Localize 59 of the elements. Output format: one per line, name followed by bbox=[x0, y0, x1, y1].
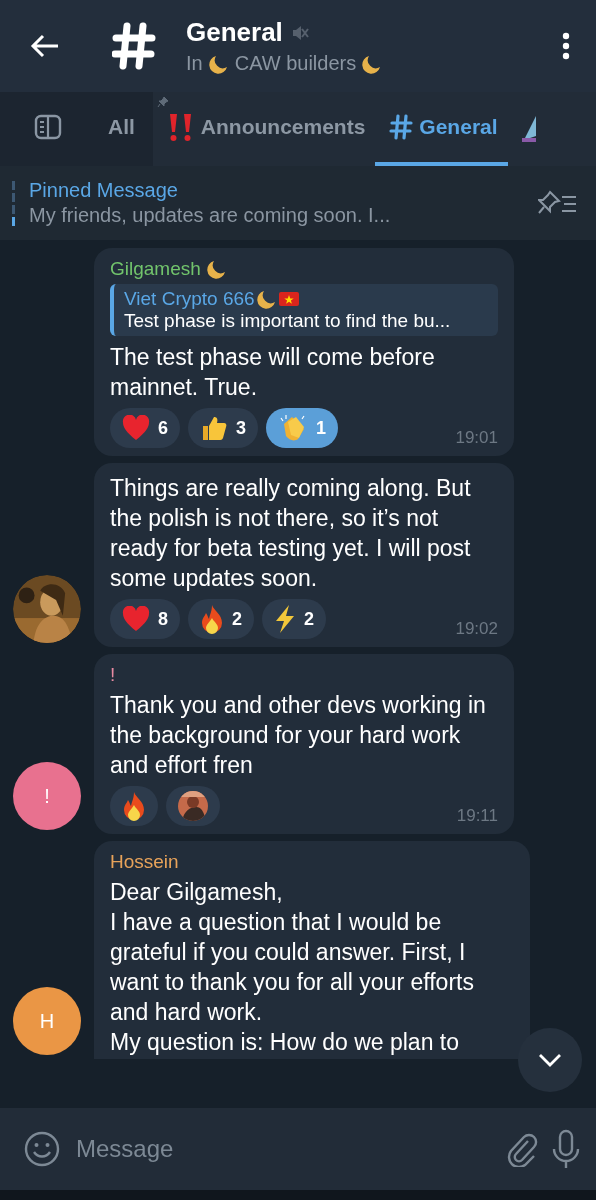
topic-tab[interactable] bbox=[507, 92, 596, 166]
message-time: 19:01 bbox=[455, 428, 498, 448]
reaction-chip[interactable]: 2 bbox=[188, 599, 255, 639]
reaction-chip[interactable]: 6 bbox=[110, 408, 180, 448]
reaction-count: 8 bbox=[158, 608, 168, 630]
subtitle-prefix: In bbox=[186, 52, 203, 75]
heart-icon bbox=[122, 415, 150, 441]
thumbs-up-icon bbox=[200, 414, 228, 442]
moon-icon bbox=[362, 53, 383, 74]
sender-name[interactable]: Gilgamesh bbox=[110, 258, 201, 280]
back-icon[interactable] bbox=[30, 34, 60, 58]
folder-tab[interactable]: All bbox=[96, 92, 153, 166]
message-text: Thank you and other devs working in the background for your hard work and effort fren bbox=[110, 691, 487, 780]
topic-tab[interactable]: General bbox=[375, 92, 508, 166]
moon-icon bbox=[208, 53, 229, 74]
reaction-chip[interactable]: 2 bbox=[262, 599, 327, 639]
reaction-chip[interactable]: 3 bbox=[188, 408, 259, 448]
moon-icon bbox=[206, 259, 227, 279]
pin-icon bbox=[156, 96, 169, 108]
pinned-title: Pinned Message bbox=[29, 179, 179, 202]
reply-quote[interactable]: Viet Crypto 666 Test phase is important to find the bu... bbox=[110, 284, 498, 336]
message-time: 19:11 bbox=[456, 806, 498, 826]
reaction-count: 3 bbox=[236, 417, 247, 439]
fire-icon bbox=[200, 604, 224, 634]
topic-tab[interactable]: Announcements bbox=[152, 92, 376, 166]
chat-title: General bbox=[186, 17, 283, 48]
hash-icon bbox=[112, 22, 156, 70]
pinned-message-bar[interactable]: Pinned Message My friends, updates are coming soon. I... bbox=[0, 166, 596, 240]
message-time: 19:02 bbox=[455, 619, 498, 639]
reaction-count: 2 bbox=[304, 608, 315, 630]
reply-author: Viet Crypto 666 bbox=[124, 288, 255, 310]
fire-icon bbox=[122, 791, 146, 821]
sender-name[interactable]: ! bbox=[110, 664, 116, 686]
reaction-count: 1 bbox=[316, 417, 327, 439]
moon-icon bbox=[256, 289, 277, 309]
sidebar-icon bbox=[34, 114, 62, 140]
sender-name[interactable]: Hossein bbox=[110, 851, 179, 873]
group-name[interactable]: CAW builders bbox=[234, 52, 357, 75]
avatar[interactable]: ! bbox=[13, 762, 81, 830]
reaction-chip[interactable] bbox=[110, 786, 158, 826]
message-text: Things are really coming along. But the polish is not there, so it’s not ready for beta testing yet. I will post some updates soon. bbox=[110, 474, 472, 593]
reaction-count: 6 bbox=[158, 417, 168, 439]
reaction-chip[interactable]: 8 bbox=[110, 599, 180, 639]
reaction-chip[interactable] bbox=[166, 786, 220, 826]
pinned-preview: My friends, updates are coming soon. I... bbox=[29, 204, 392, 227]
chevron-down-icon bbox=[537, 1052, 563, 1068]
microphone-icon[interactable] bbox=[552, 1129, 580, 1169]
lightning-icon bbox=[274, 604, 297, 634]
flag-icon bbox=[278, 292, 299, 306]
hash-icon bbox=[389, 114, 414, 140]
more-icon[interactable] bbox=[562, 32, 570, 60]
message-text: Dear Gilgamesh, I have a question that I would be grateful if you could answer. First, I want to thank you for all your efforts and hard work. My question is: How do we plan to bbox=[110, 878, 475, 1057]
heart-icon bbox=[122, 606, 150, 632]
paperclip-icon[interactable] bbox=[506, 1131, 538, 1167]
reaction-count: 2 bbox=[232, 608, 243, 630]
message-input[interactable]: Message bbox=[74, 1134, 492, 1164]
message-text: The test phase will come before mainnet. True. bbox=[110, 343, 436, 402]
emoji-icon[interactable] bbox=[24, 1131, 60, 1167]
reply-text: Test phase is important to find the bu... bbox=[124, 310, 452, 332]
